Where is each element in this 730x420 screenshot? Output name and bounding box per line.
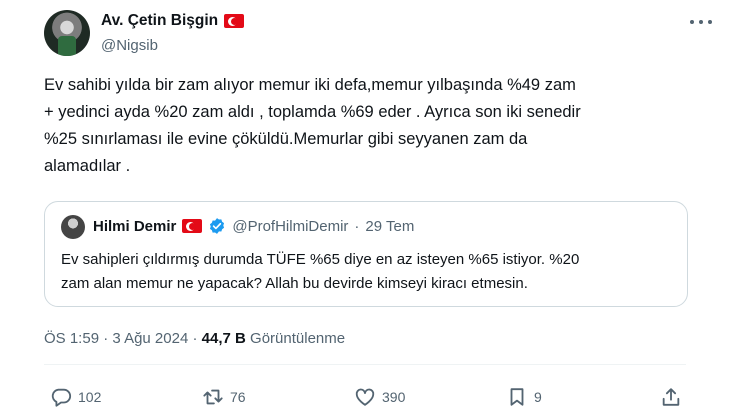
- like-count: 390: [382, 389, 406, 405]
- more-icon[interactable]: [690, 14, 712, 30]
- bookmark-count: 9: [534, 389, 542, 405]
- tweet-line: + yedinci ayda %20 zam aldı , toplamda %…: [44, 103, 581, 121]
- action-bar: 102 76 390 9: [44, 386, 686, 410]
- bookmark-icon: [510, 388, 524, 406]
- quote-separator: ·: [354, 217, 360, 235]
- like-button[interactable]: 390: [354, 386, 405, 408]
- meta-separator: ·: [103, 330, 109, 347]
- quoted-tweet[interactable]: Hilmi Demir @ProfHilmiDemir · 29 Tem Ev …: [44, 201, 688, 307]
- reply-icon: [51, 388, 72, 407]
- tweet-date[interactable]: 3 Ağu 2024: [112, 330, 188, 347]
- quote-header: Hilmi Demir @ProfHilmiDemir · 29 Tem: [93, 217, 414, 235]
- divider: [44, 364, 686, 365]
- quote-handle: @ProfHilmiDemir: [232, 217, 349, 235]
- author-avatar[interactable]: [44, 10, 90, 56]
- like-icon: [355, 388, 375, 406]
- author-name-row: Av. Çetin Bişgin: [101, 12, 245, 30]
- flag-tr-icon: [224, 14, 245, 28]
- retweet-icon: [203, 389, 223, 405]
- views-label: Görüntülenme: [250, 330, 346, 347]
- quote-text: Ev sahipleri çıldırmış durumda TÜFE %65 …: [61, 248, 681, 296]
- views-count: 44,7 B: [201, 330, 246, 347]
- share-icon: [662, 388, 680, 406]
- tweet-line: Ev sahibi yılda bir zam alıyor memur iki…: [44, 76, 576, 94]
- tweet-line: %25 sınırlaması ile evine çöküldü.Memurl…: [44, 130, 528, 148]
- retweet-button[interactable]: 76: [202, 386, 246, 408]
- meta-separator: ·: [192, 330, 198, 347]
- verified-icon: [210, 218, 225, 234]
- author-display-name[interactable]: Av. Çetin Bişgin: [101, 12, 218, 30]
- quote-line: zam alan memur ne yapacak? Allah bu devi…: [61, 275, 528, 292]
- quote-display-name: Hilmi Demir: [93, 217, 177, 235]
- flag-tr-icon: [182, 219, 203, 233]
- author-handle[interactable]: @Nigsib: [101, 37, 158, 54]
- tweet-line: alamadılar .: [44, 157, 131, 175]
- tweet-meta: ÖS 1:59 · 3 Ağu 2024 · 44,7 B Görüntülen…: [44, 330, 345, 347]
- tweet-time[interactable]: ÖS 1:59: [44, 330, 99, 347]
- share-button[interactable]: [660, 386, 682, 408]
- bookmark-button[interactable]: 9: [506, 386, 542, 408]
- quote-date: 29 Tem: [365, 217, 415, 235]
- reply-button[interactable]: 102: [50, 386, 101, 408]
- tweet-text: Ev sahibi yılda bir zam alıyor memur iki…: [44, 72, 704, 180]
- quote-avatar: [61, 215, 85, 239]
- retweet-count: 76: [230, 389, 246, 405]
- reply-count: 102: [78, 389, 102, 405]
- quote-line: Ev sahipleri çıldırmış durumda TÜFE %65 …: [61, 251, 580, 268]
